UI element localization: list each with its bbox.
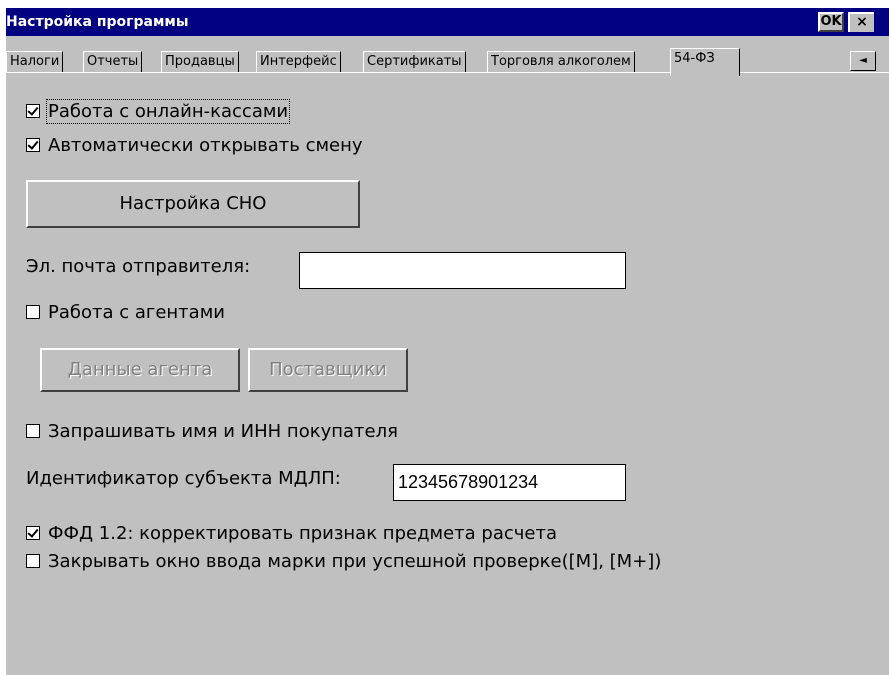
close-mark-window-label: Закрывать окно ввода марки при успешной … xyxy=(48,551,662,572)
mdlp-id-field[interactable] xyxy=(393,464,626,501)
tab-certificates[interactable]: Сертификаты xyxy=(363,51,466,72)
close-icon[interactable]: × xyxy=(848,12,874,32)
online-kkt-label: Работа с онлайн-кассами xyxy=(45,99,291,124)
auto-open-shift-label: Автоматически открывать смену xyxy=(48,135,363,156)
agents-label: Работа с агентами xyxy=(48,302,225,323)
ok-button[interactable]: OK xyxy=(818,12,844,32)
tab-taxes[interactable]: Налоги xyxy=(6,51,64,72)
tab-scroll-left-icon[interactable]: ◄ xyxy=(850,51,876,71)
ask-buyer-row[interactable]: Запрашивать имя и ИНН покупателя xyxy=(26,421,398,442)
sender-email-label: Эл. почта отправителя: xyxy=(26,256,251,277)
title-bar: Настройка программы OK × xyxy=(6,8,889,36)
close-mark-window-checkbox[interactable] xyxy=(26,554,40,568)
ffd12-checkbox[interactable] xyxy=(26,526,40,540)
tab-54fz[interactable]: 54-ФЗ xyxy=(670,48,740,76)
agent-data-button[interactable]: Данные агента xyxy=(40,348,240,392)
settings-window: Настройка программы OK × Налоги Отчеты П… xyxy=(6,8,889,675)
tab-alcohol-trade[interactable]: Торговля алкоголем xyxy=(487,51,635,72)
agents-row[interactable]: Работа с агентами xyxy=(26,302,225,323)
window-title: Настройка программы xyxy=(6,14,189,30)
tab-baseline xyxy=(6,72,889,73)
online-kkt-row[interactable]: Работа с онлайн-кассами xyxy=(26,99,291,124)
sno-settings-button[interactable]: Настройка СНО xyxy=(26,180,360,228)
tab-reports[interactable]: Отчеты xyxy=(83,51,143,72)
ask-buyer-label: Запрашивать имя и ИНН покупателя xyxy=(48,421,398,442)
tab-strip: Налоги Отчеты Продавцы Интерфейс Сертифи… xyxy=(6,48,889,76)
online-kkt-checkbox[interactable] xyxy=(26,104,40,118)
ask-buyer-checkbox[interactable] xyxy=(26,424,40,438)
auto-open-shift-checkbox[interactable] xyxy=(26,138,40,152)
tab-sellers[interactable]: Продавцы xyxy=(161,51,239,72)
suppliers-button[interactable]: Поставщики xyxy=(248,348,408,392)
ffd12-row[interactable]: ФФД 1.2: корректировать признак предмета… xyxy=(26,523,557,544)
agents-checkbox[interactable] xyxy=(26,305,40,319)
tab-interface[interactable]: Интерфейс xyxy=(256,51,341,72)
close-mark-window-row[interactable]: Закрывать окно ввода марки при успешной … xyxy=(26,551,661,572)
ffd12-label: ФФД 1.2: корректировать признак предмета… xyxy=(48,523,557,544)
mdlp-id-label: Идентификатор субъекта МДЛП: xyxy=(26,468,341,489)
auto-open-shift-row[interactable]: Автоматически открывать смену xyxy=(26,135,363,156)
sender-email-field[interactable] xyxy=(299,252,626,289)
